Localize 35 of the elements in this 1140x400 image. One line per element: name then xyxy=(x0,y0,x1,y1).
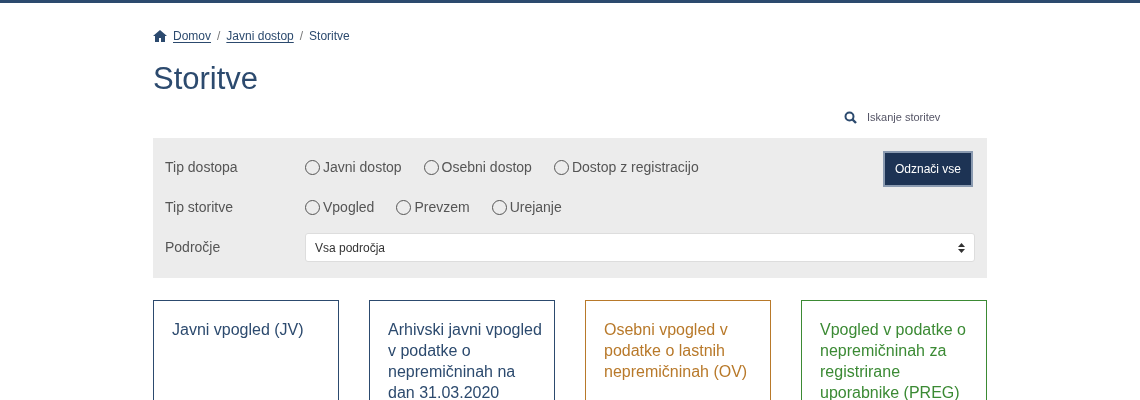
filter-label: Tip storitve xyxy=(165,198,234,217)
radio-label: Osebni dostop xyxy=(441,158,532,177)
filter-label: Področje xyxy=(165,238,222,257)
radio-option[interactable]: Vpogled xyxy=(305,197,375,218)
breadcrumb-separator: / xyxy=(217,28,221,45)
radio-label: Prevzem xyxy=(414,198,470,217)
card-title: Osebni vpogled v podatke o lastnih nepremičninah (OV) xyxy=(604,319,749,382)
radio-label: Vpogled xyxy=(323,198,375,217)
radio-label: Urejanje xyxy=(509,198,562,217)
breadcrumb-current: Storitve xyxy=(309,28,350,45)
page-title: Storitve xyxy=(153,60,260,98)
breadcrumb-link[interactable]: Domov xyxy=(173,27,211,45)
service-card[interactable]: Javni vpogled (JV) xyxy=(153,299,339,400)
radio-option[interactable]: Urejanje xyxy=(491,197,562,218)
radio-label: Dostop z registracijo xyxy=(571,158,699,177)
card-title: Javni vpogled (JV) xyxy=(172,319,305,340)
radio-label: Javni dostop xyxy=(323,158,402,177)
breadcrumb-link[interactable]: Javni dostop xyxy=(226,27,294,45)
search-field[interactable]: Iskanje storitev xyxy=(867,109,947,126)
service-card[interactable]: Vpogled v podatke o nepremičninah za registrirane uporabnike (PREG) xyxy=(801,299,987,400)
breadcrumb-separator: / xyxy=(299,28,304,45)
service-card[interactable]: Arhivski javni vpogled v podatke o nepremičninah na dan 31.03.2020 xyxy=(369,299,555,400)
clear-button[interactable]: Odznači vse xyxy=(882,150,973,187)
radio-option[interactable]: Osebni dostop xyxy=(423,157,532,178)
card-title: Arhivski javni vpogled v podatke o nepremičninah na dan 31.03.2020 xyxy=(388,319,543,400)
filter-label: Tip dostopa xyxy=(165,158,239,177)
radio-option[interactable]: Javni dostop xyxy=(305,157,402,178)
search-icon xyxy=(844,110,857,124)
sort-caret-icon xyxy=(958,242,965,253)
home-icon xyxy=(153,30,167,42)
area-select[interactable]: Vsa področja xyxy=(305,233,975,262)
service-card[interactable]: Osebni vpogled v podatke o lastnih nepremičninah (OV) xyxy=(585,299,771,400)
card-title: Vpogled v podatke o nepremičninah za registrirane uporabnike (PREG) xyxy=(820,319,967,400)
radio-option[interactable]: Dostop z registracijo xyxy=(553,157,699,178)
radio-option[interactable]: Prevzem xyxy=(396,197,470,218)
